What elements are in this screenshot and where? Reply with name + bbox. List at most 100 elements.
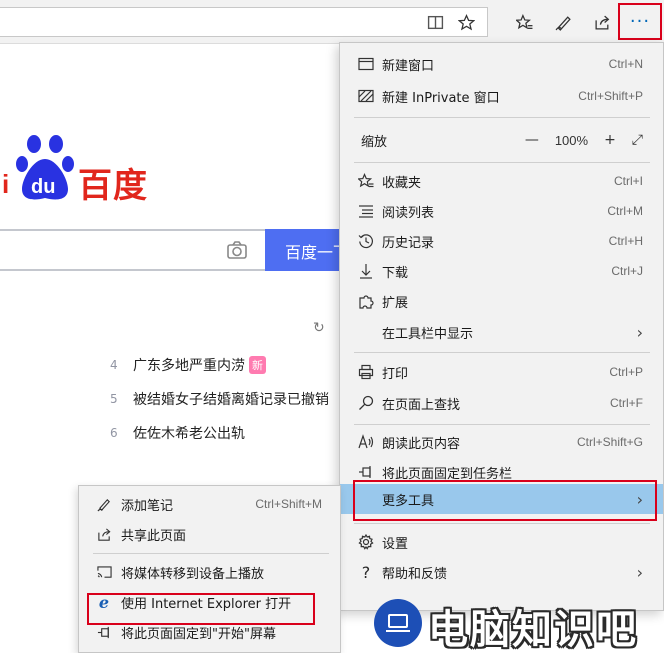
search-icon — [357, 394, 375, 412]
share-icon — [95, 525, 113, 543]
menu-label: 缩放 — [361, 134, 388, 150]
watermark-text: 电脑知识吧 — [428, 607, 638, 653]
logo-paw-text: du — [31, 176, 55, 198]
menu-settings[interactable]: 设置 — [340, 527, 663, 557]
new-badge: 新 — [249, 356, 266, 374]
menu-shortcut: Ctrl+J — [611, 264, 643, 278]
gear-icon — [357, 533, 375, 551]
menu-label: 历史记录 — [382, 235, 435, 251]
menu-label: 在工具栏中显示 — [382, 326, 474, 342]
reading-list-icon — [357, 202, 375, 220]
menu-label: 扩展 — [382, 295, 409, 311]
favorites-icon[interactable] — [510, 8, 538, 36]
menu-label: 收藏夹 — [382, 175, 422, 191]
hot-index: 4 — [110, 358, 118, 372]
menu-label: 将媒体转移到设备上播放 — [121, 566, 265, 582]
menu-label: 下载 — [382, 265, 409, 281]
laptop-logo-icon — [374, 599, 422, 647]
zoom-in-button[interactable]: + — [604, 132, 616, 148]
menu-shortcut: Ctrl+Shift+G — [576, 435, 643, 449]
menu-shortcut: Ctrl+I — [613, 174, 643, 188]
printer-icon — [357, 363, 375, 381]
chevron-right-icon: › — [636, 562, 643, 582]
menu-shortcut: Ctrl+Shift+M — [255, 497, 322, 511]
hot-index: 5 — [110, 392, 118, 406]
zoom-controls: — 100% + ⤢ — [525, 132, 643, 148]
address-bar[interactable] — [0, 7, 488, 37]
menu-extensions[interactable]: 扩展 — [340, 286, 663, 316]
logo-text: 百度 — [78, 166, 148, 206]
inprivate-icon — [357, 87, 375, 105]
hot-index: 6 — [110, 426, 118, 440]
menu-label: 添加笔记 — [121, 498, 174, 514]
pin-icon — [357, 463, 375, 481]
submenu-open-ie[interactable]: e 使用 Internet Explorer 打开 — [79, 588, 340, 616]
menu-more-tools[interactable]: 更多工具 › — [340, 484, 663, 514]
menu-help[interactable]: ? 帮助和反馈 › — [340, 557, 663, 587]
menu-divider — [354, 424, 650, 425]
puzzle-icon — [357, 292, 375, 310]
menu-label: 共享此页面 — [121, 528, 187, 544]
more-tools-submenu: 添加笔记 Ctrl+Shift+M 共享此页面 将媒体转移到设备上播放 e 使用… — [78, 485, 341, 653]
help-icon: ? — [361, 562, 371, 582]
menu-favorites[interactable]: 收藏夹 Ctrl+I — [340, 166, 663, 196]
notes-pen-icon — [95, 495, 113, 513]
favorites-icon — [357, 172, 375, 190]
hot-title: 被结婚女子结婚离婚记录已撤销 — [133, 392, 329, 408]
read-aloud-icon — [357, 433, 375, 451]
menu-label: 设置 — [382, 536, 409, 552]
chevron-right-icon: › — [636, 322, 643, 342]
menu-label: 新建 InPrivate 窗口 — [382, 90, 500, 106]
menu-label: 阅读列表 — [382, 205, 435, 221]
menu-divider — [93, 553, 329, 554]
menu-shortcut: Ctrl+P — [609, 365, 643, 379]
menu-shortcut: Ctrl+M — [607, 204, 643, 218]
browser-toolbar: ··· — [0, 0, 664, 44]
hot-title: 佐佐木希老公出轨 — [133, 426, 245, 442]
menu-find[interactable]: 在页面上查找 Ctrl+F — [340, 388, 663, 418]
menu-print[interactable]: 打印 Ctrl+P — [340, 357, 663, 387]
menu-reading-list[interactable]: 阅读列表 Ctrl+M — [340, 196, 663, 226]
menu-label: 帮助和反馈 — [382, 566, 448, 582]
zoom-level: 100% — [554, 132, 589, 148]
menu-label: 更多工具 — [382, 493, 435, 509]
settings-menu: 新建窗口 Ctrl+N 新建 InPrivate 窗口 Ctrl+Shift+P… — [339, 42, 664, 611]
menu-show-in-toolbar[interactable]: 在工具栏中显示 › — [340, 317, 663, 347]
favorite-star-icon[interactable] — [452, 8, 480, 36]
chevron-right-icon: › — [636, 489, 643, 509]
menu-zoom: 缩放 — 100% + ⤢ — [340, 125, 663, 155]
camera-icon[interactable] — [226, 239, 248, 261]
menu-shortcut: Ctrl+Shift+P — [578, 89, 643, 103]
reading-view-icon[interactable] — [421, 8, 449, 36]
settings-and-more-button[interactable]: ··· — [618, 3, 662, 40]
menu-downloads[interactable]: 下载 Ctrl+J — [340, 256, 663, 286]
menu-shortcut: Ctrl+F — [610, 396, 643, 410]
menu-read-aloud[interactable]: 朗读此页内容 Ctrl+Shift+G — [340, 427, 663, 457]
hot-list-item[interactable]: 4 广东多地严重内涝 新 — [110, 354, 266, 376]
menu-pin-taskbar[interactable]: 将此页面固定到任务栏 — [340, 457, 663, 487]
submenu-add-notes[interactable]: 添加笔记 Ctrl+Shift+M — [79, 490, 340, 518]
zoom-out-button[interactable]: — — [525, 132, 539, 148]
window-icon — [357, 55, 375, 73]
download-icon — [357, 262, 375, 280]
pin-icon — [95, 623, 113, 641]
menu-new-window[interactable]: 新建窗口 Ctrl+N — [340, 49, 663, 79]
refresh-icon[interactable]: ↻ — [313, 320, 325, 336]
submenu-cast-media[interactable]: 将媒体转移到设备上播放 — [79, 558, 340, 586]
hot-list-item[interactable]: 5 被结婚女子结婚离婚记录已撤销 — [110, 388, 329, 410]
submenu-pin-start[interactable]: 将此页面固定到"开始"屏幕 — [79, 618, 340, 646]
menu-label: 朗读此页内容 — [382, 436, 461, 452]
share-icon[interactable] — [588, 8, 616, 36]
menu-divider — [354, 523, 650, 524]
logo-prefix-text: i — [2, 169, 9, 199]
submenu-share-page[interactable]: 共享此页面 — [79, 520, 340, 548]
menu-label: 将此页面固定到任务栏 — [382, 466, 513, 482]
menu-divider — [354, 117, 650, 118]
menu-divider — [354, 162, 650, 163]
menu-history[interactable]: 历史记录 Ctrl+H — [340, 226, 663, 256]
menu-new-inprivate[interactable]: 新建 InPrivate 窗口 Ctrl+Shift+P — [340, 81, 663, 111]
more-dots-icon: ··· — [629, 11, 651, 32]
hot-list-item[interactable]: 6 佐佐木希老公出轨 — [110, 422, 245, 444]
notes-pen-icon[interactable] — [549, 8, 577, 36]
fullscreen-button[interactable]: ⤢ — [632, 132, 643, 148]
